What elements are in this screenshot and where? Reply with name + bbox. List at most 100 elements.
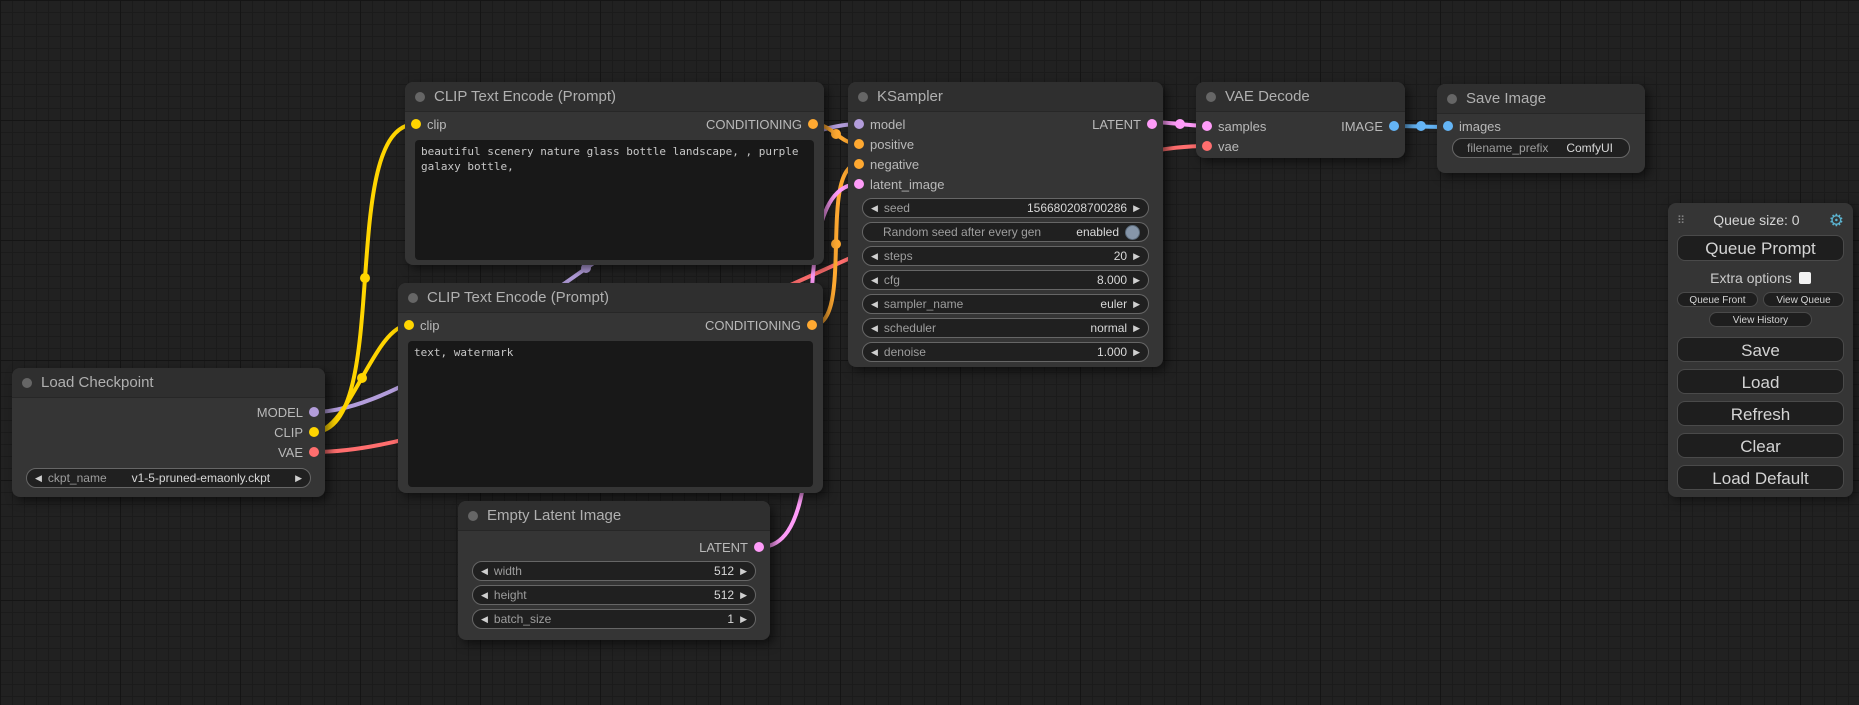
node-load-checkpoint[interactable]: Load Checkpoint MODEL CLIP VAE — [12, 368, 325, 497]
input-dot-clip[interactable] — [411, 119, 421, 129]
node-graph-canvas[interactable]: Load Checkpoint MODEL CLIP VAE — [0, 0, 1859, 705]
collapse-dot[interactable] — [408, 293, 418, 303]
widget-height[interactable]: ◀ height 512 ▶ — [472, 585, 756, 605]
increment-arrow-icon[interactable]: ▶ — [740, 567, 747, 576]
increment-arrow-icon[interactable]: ▶ — [1133, 300, 1140, 309]
decrement-arrow-icon[interactable]: ◀ — [871, 348, 878, 357]
collapse-dot[interactable] — [22, 378, 32, 388]
output-dot-vae[interactable] — [309, 447, 319, 457]
widget-seed[interactable]: ◀ seed 156680208700286 ▶ — [862, 198, 1149, 218]
widget-ckpt-name[interactable]: ◀ ckpt_name v1-5-pruned-emaonly.ckpt ▶ — [26, 468, 311, 488]
output-dot-clip[interactable] — [309, 427, 319, 437]
output-dot-model[interactable] — [309, 407, 319, 417]
decrement-arrow-icon[interactable]: ◀ — [871, 204, 878, 213]
prompt-textarea[interactable]: beautiful scenery nature glass bottle la… — [415, 140, 814, 260]
decrement-arrow-icon[interactable]: ◀ — [871, 324, 878, 333]
input-label-clip: clip — [420, 318, 440, 333]
widget-scheduler[interactable]: ◀ scheduler normal ▶ — [862, 318, 1149, 338]
output-dot-conditioning[interactable] — [807, 320, 817, 330]
collapse-dot[interactable] — [858, 92, 868, 102]
widget-denoise[interactable]: ◀ denoise 1.000 ▶ — [862, 342, 1149, 362]
widget-sampler-name[interactable]: ◀ sampler_name euler ▶ — [862, 294, 1149, 314]
widget-batch-size[interactable]: ◀ batch_size 1 ▶ — [472, 609, 756, 629]
node-vae-decode[interactable]: VAE Decode samples IMAGE vae — [1196, 82, 1405, 158]
increment-arrow-icon[interactable]: ▶ — [740, 615, 747, 624]
slot-row: negative — [848, 154, 1163, 174]
output-label-clip: CLIP — [274, 425, 303, 440]
increment-arrow-icon[interactable]: ▶ — [1133, 324, 1140, 333]
load-button[interactable]: Load — [1677, 369, 1844, 394]
input-dot-model[interactable] — [854, 119, 864, 129]
widget-cfg[interactable]: ◀ cfg 8.000 ▶ — [862, 270, 1149, 290]
node-titlebar[interactable]: Empty Latent Image — [458, 501, 770, 531]
node-save-image[interactable]: Save Image images filename_prefix ComfyU… — [1437, 84, 1645, 173]
settings-gear-icon[interactable]: ⚙ — [1829, 212, 1844, 229]
node-ksampler[interactable]: KSampler model LATENT positive — [848, 82, 1163, 367]
slot-row: latent_image — [848, 174, 1163, 194]
refresh-button[interactable]: Refresh — [1677, 401, 1844, 426]
output-dot-latent[interactable] — [1147, 119, 1157, 129]
input-dot-vae[interactable] — [1202, 141, 1212, 151]
prompt-textarea[interactable]: text, watermark — [408, 341, 813, 487]
toggle-knob[interactable] — [1125, 225, 1140, 240]
decrement-arrow-icon[interactable]: ◀ — [481, 567, 488, 576]
extra-options-label: Extra options — [1710, 270, 1792, 286]
queue-actions-row: Queue Front View Queue — [1677, 292, 1844, 307]
node-titlebar[interactable]: Save Image — [1437, 84, 1645, 114]
widget-steps[interactable]: ◀ steps 20 ▶ — [862, 246, 1149, 266]
node-titlebar[interactable]: KSampler — [848, 82, 1163, 112]
slot-row: clip CONDITIONING — [405, 114, 824, 134]
collapse-dot[interactable] — [415, 92, 425, 102]
node-titlebar[interactable]: Load Checkpoint — [12, 368, 325, 398]
decrement-arrow-icon[interactable]: ◀ — [35, 474, 42, 483]
queue-prompt-button[interactable]: Queue Prompt — [1677, 235, 1844, 261]
increment-arrow-icon[interactable]: ▶ — [1133, 348, 1140, 357]
increment-arrow-icon[interactable]: ▶ — [1133, 276, 1140, 285]
input-label-negative: negative — [870, 157, 919, 172]
collapse-dot[interactable] — [468, 511, 478, 521]
input-dot-clip[interactable] — [404, 320, 414, 330]
widget-filename-prefix[interactable]: filename_prefix ComfyUI — [1452, 138, 1630, 158]
increment-arrow-icon[interactable]: ▶ — [740, 591, 747, 600]
queue-front-button[interactable]: Queue Front — [1677, 292, 1758, 307]
input-dot-positive[interactable] — [854, 139, 864, 149]
view-queue-button[interactable]: View Queue — [1763, 292, 1844, 307]
collapse-dot[interactable] — [1447, 94, 1457, 104]
load-default-button[interactable]: Load Default — [1677, 465, 1844, 490]
node-titlebar[interactable]: CLIP Text Encode (Prompt) — [405, 82, 824, 112]
output-label-conditioning: CONDITIONING — [705, 318, 801, 333]
drag-handle-icon[interactable]: ⠿ — [1677, 214, 1684, 227]
node-titlebar[interactable]: VAE Decode — [1196, 82, 1405, 112]
decrement-arrow-icon[interactable]: ◀ — [871, 252, 878, 261]
decrement-arrow-icon[interactable]: ◀ — [871, 300, 878, 309]
output-dot-image[interactable] — [1389, 121, 1399, 131]
widget-width[interactable]: ◀ width 512 ▶ — [472, 561, 756, 581]
input-dot-images[interactable] — [1443, 121, 1453, 131]
node-clip-text-encode-positive[interactable]: CLIP Text Encode (Prompt) clip CONDITION… — [405, 82, 824, 265]
widget-random-seed-toggle[interactable]: Random seed after every gen enabled — [862, 222, 1149, 242]
increment-arrow-icon[interactable]: ▶ — [295, 474, 302, 483]
input-dot-negative[interactable] — [854, 159, 864, 169]
node-clip-text-encode-negative[interactable]: CLIP Text Encode (Prompt) clip CONDITION… — [398, 283, 823, 493]
collapse-dot[interactable] — [1206, 92, 1216, 102]
view-history-button[interactable]: View History — [1709, 312, 1813, 327]
wire-midpoint-dot — [831, 239, 841, 249]
save-button[interactable]: Save — [1677, 337, 1844, 362]
decrement-arrow-icon[interactable]: ◀ — [481, 615, 488, 624]
decrement-arrow-icon[interactable]: ◀ — [871, 276, 878, 285]
output-dot-conditioning[interactable] — [808, 119, 818, 129]
output-dot-latent[interactable] — [754, 542, 764, 552]
increment-arrow-icon[interactable]: ▶ — [1133, 204, 1140, 213]
decrement-arrow-icon[interactable]: ◀ — [481, 591, 488, 600]
output-row-vae: VAE — [12, 442, 325, 462]
node-titlebar[interactable]: CLIP Text Encode (Prompt) — [398, 283, 823, 313]
node-empty-latent-image[interactable]: Empty Latent Image LATENT ◀ width 512 ▶ … — [458, 501, 770, 640]
increment-arrow-icon[interactable]: ▶ — [1133, 252, 1140, 261]
input-dot-latent-image[interactable] — [854, 179, 864, 189]
output-row-model: MODEL — [12, 402, 325, 422]
output-label-image: IMAGE — [1341, 119, 1383, 134]
clear-button[interactable]: Clear — [1677, 433, 1844, 458]
wire-midpoint-dot — [1416, 121, 1426, 131]
extra-options-checkbox[interactable] — [1799, 272, 1811, 284]
input-dot-samples[interactable] — [1202, 121, 1212, 131]
